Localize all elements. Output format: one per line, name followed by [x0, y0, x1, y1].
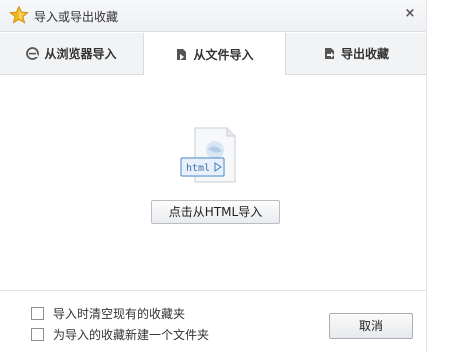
tab-bar: 从浏览器导入 从文件导入 导出收藏: [0, 33, 426, 75]
tab-export-favorites[interactable]: 导出收藏: [286, 33, 426, 74]
bottom-options: 导入时清空现有的收藏夹 为导入的收藏新建一个文件夹 取消: [0, 290, 426, 352]
cancel-button[interactable]: 取消: [329, 313, 413, 339]
title-bar: 导入或导出收藏 ×: [0, 0, 426, 32]
option-label: 导入时清空现有的收藏夹: [53, 307, 186, 321]
tab-import-from-file[interactable]: 从文件导入: [143, 33, 286, 75]
tab-label: 导出收藏: [340, 47, 389, 61]
option-clear-existing[interactable]: 导入时清空现有的收藏夹: [31, 305, 185, 322]
tab-label: 从文件导入: [193, 47, 254, 62]
star-icon: [9, 5, 29, 24]
option-label: 为导入的收藏新建一个文件夹: [53, 328, 210, 342]
option-new-folder[interactable]: 为导入的收藏新建一个文件夹: [31, 326, 209, 343]
file-import-icon: [177, 48, 187, 60]
file-type-label: html: [186, 163, 210, 174]
close-icon: ×: [404, 6, 416, 21]
tab-label: 从浏览器导入: [44, 47, 117, 61]
browser-e-icon: [26, 47, 40, 60]
new-folder-checkbox[interactable]: [31, 328, 44, 341]
html-file-icon: html: [180, 127, 236, 183]
import-export-dialog: 导入或导出收藏 × 从浏览器导入 从文件导入 导出收藏 html 点击从HTML…: [0, 0, 427, 351]
file-export-icon: [324, 48, 334, 59]
close-button[interactable]: ×: [402, 6, 418, 22]
dialog-title: 导入或导出收藏: [34, 10, 119, 24]
clear-existing-checkbox[interactable]: [31, 307, 44, 320]
tab-import-from-browser[interactable]: 从浏览器导入: [0, 33, 143, 74]
import-from-html-button[interactable]: 点击从HTML导入: [151, 200, 280, 224]
